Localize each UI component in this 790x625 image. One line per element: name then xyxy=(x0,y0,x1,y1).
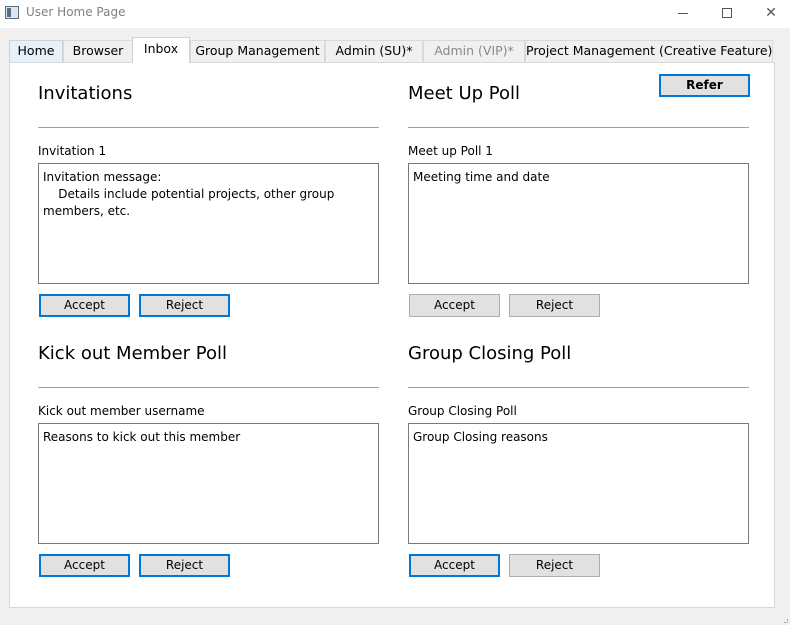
kickout-poll-label: Kick out member username xyxy=(38,404,205,418)
meetup-poll-message-box[interactable]: Meeting time and date xyxy=(408,163,749,284)
kickout-poll-message-box[interactable]: Reasons to kick out this member xyxy=(38,423,379,544)
closing-poll-divider xyxy=(408,387,749,388)
tab-group-management[interactable]: Group Management xyxy=(190,40,325,62)
maximize-button[interactable] xyxy=(704,0,750,28)
kickout-poll-title: Kick out Member Poll xyxy=(38,343,228,364)
meetup-poll-label: Meet up Poll 1 xyxy=(408,144,493,158)
meetup-poll-title: Meet Up Poll xyxy=(408,83,521,104)
invitations-divider xyxy=(38,127,379,128)
meetup-poll-accept-button[interactable]: Accept xyxy=(409,294,500,317)
tab-admin-su[interactable]: Admin (SU)* xyxy=(325,40,423,62)
close-button[interactable]: ✕ xyxy=(748,0,790,28)
minimize-button[interactable] xyxy=(660,0,706,28)
app-window-icon xyxy=(5,6,19,19)
maximize-icon xyxy=(722,8,732,18)
kickout-poll-reject-button[interactable]: Reject xyxy=(139,554,230,577)
invitation-reject-button[interactable]: Reject xyxy=(139,294,230,317)
closing-poll-message-box[interactable]: Group Closing reasons xyxy=(408,423,749,544)
meetup-poll-reject-button[interactable]: Reject xyxy=(509,294,600,317)
tab-inbox[interactable]: Inbox xyxy=(132,37,190,63)
kickout-poll-divider xyxy=(38,387,379,388)
closing-poll-accept-button[interactable]: Accept xyxy=(409,554,500,577)
window-title: User Home Page xyxy=(26,5,126,19)
resize-grip[interactable] xyxy=(784,619,788,623)
invitation-label: Invitation 1 xyxy=(38,144,107,158)
invitation-accept-button[interactable]: Accept xyxy=(39,294,130,317)
closing-poll-title: Group Closing Poll xyxy=(408,343,572,364)
tab-home[interactable]: Home xyxy=(9,40,63,62)
inbox-panel: Refer Invitations Invitation 1 Invitatio… xyxy=(9,62,775,608)
tab-admin-vip: Admin (VIP)* xyxy=(423,40,525,62)
closing-poll-reject-button[interactable]: Reject xyxy=(509,554,600,577)
invitations-title: Invitations xyxy=(38,83,133,104)
meetup-poll-divider xyxy=(408,127,749,128)
tab-browser[interactable]: Browser xyxy=(63,40,133,62)
kickout-poll-accept-button[interactable]: Accept xyxy=(39,554,130,577)
close-icon: ✕ xyxy=(765,5,777,21)
minimize-icon xyxy=(678,12,688,14)
refer-button[interactable]: Refer xyxy=(659,74,750,97)
invitation-message-box[interactable]: Invitation message: Details include pote… xyxy=(38,163,379,284)
closing-poll-label: Group Closing Poll xyxy=(408,404,517,418)
tab-project-management[interactable]: Project Management (Creative Feature) xyxy=(525,40,773,62)
title-bar: User Home Page ✕ xyxy=(0,0,790,28)
